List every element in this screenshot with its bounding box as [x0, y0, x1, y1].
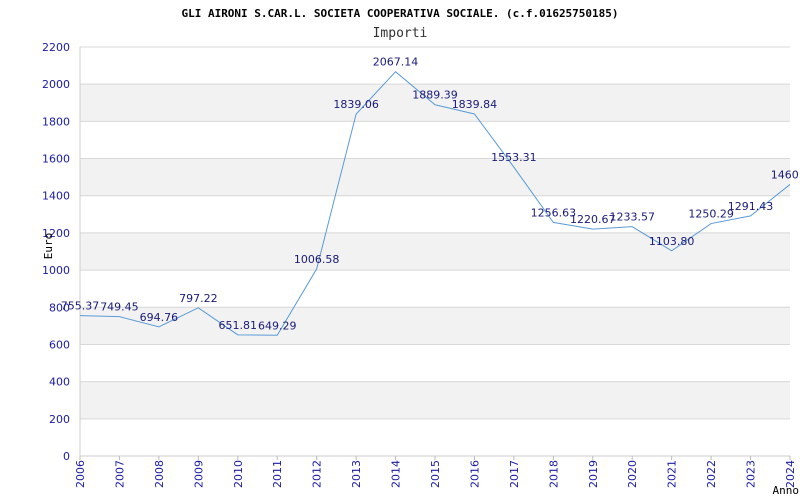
x-tick-label: 2015 [429, 460, 442, 488]
data-label: 1006.58 [294, 253, 340, 266]
x-tick-label: 2019 [587, 460, 600, 488]
y-tick-label: 400 [49, 376, 70, 389]
grid-bands [80, 84, 790, 419]
x-tick-label: 2008 [153, 460, 166, 488]
x-tick-label: 2018 [547, 460, 560, 488]
y-tick-label: 1600 [42, 153, 70, 166]
data-label: 649.29 [258, 319, 297, 332]
y-tick-label: 1400 [42, 190, 70, 203]
x-tick-label: 2011 [271, 460, 284, 488]
x-tick-label: 2021 [666, 460, 679, 488]
data-label: 1103.80 [649, 235, 695, 248]
data-label: 2067.14 [373, 56, 419, 69]
y-tick-label: 0 [63, 450, 70, 463]
grid-band [80, 381, 790, 419]
data-label: 755.37 [61, 300, 100, 313]
x-tick-label: 2023 [745, 460, 758, 488]
x-axis-label: Anno [773, 484, 800, 497]
x-tick-label: 2006 [74, 460, 87, 488]
y-tick-label: 1800 [42, 115, 70, 128]
grid-band [80, 307, 790, 345]
x-tick-label: 2014 [390, 460, 403, 488]
data-label: 1291.43 [728, 200, 774, 213]
y-tick-label: 200 [49, 413, 70, 426]
data-label: 694.76 [140, 311, 179, 324]
data-label: 1233.57 [609, 211, 655, 224]
x-tick-label: 2020 [626, 460, 639, 488]
x-tick-label: 2013 [350, 460, 363, 488]
chart-title: GLI AIRONI S.CAR.L. SOCIETA COOPERATIVA … [181, 7, 618, 20]
y-tick-label: 600 [49, 338, 70, 351]
data-label: 1553.31 [491, 151, 537, 164]
x-tick-label: 2007 [113, 460, 126, 488]
y-tick-label: 2200 [42, 41, 70, 54]
x-tick-label: 2009 [192, 460, 205, 488]
x-tick-label: 2012 [311, 460, 324, 488]
x-tick-label: 2017 [508, 460, 521, 488]
line-chart: 0200400600800100012001400160018002000220… [42, 7, 800, 497]
data-label: 797.22 [179, 292, 218, 305]
x-tick-label: 2010 [232, 460, 245, 488]
y-axis-label: Euro [42, 233, 55, 260]
chart-subtitle: Importi [373, 26, 428, 41]
data-label: 1839.84 [452, 98, 498, 111]
x-tick-label: 2016 [468, 460, 481, 488]
data-label: 749.45 [100, 301, 139, 314]
data-label: 1460.7 [771, 168, 800, 181]
y-tick-label: 1000 [42, 264, 70, 277]
data-label: 1839.06 [333, 98, 379, 111]
grid-band [80, 158, 790, 196]
x-axis-ticks: 2006 2007 2008 2009 2010 2011 2012 2013 2014 2015… [74, 456, 797, 488]
data-label: 651.81 [219, 319, 258, 332]
y-tick-label: 2000 [42, 78, 70, 91]
x-tick-label: 2022 [705, 460, 718, 488]
